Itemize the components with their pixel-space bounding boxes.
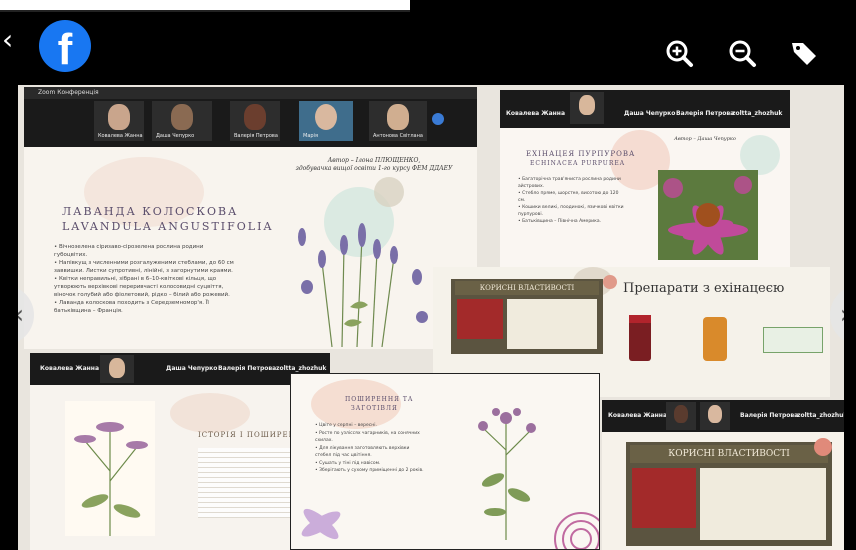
participants-strip: Ковалева Жанна Даша Чепурко Валерія Петр… bbox=[30, 353, 330, 385]
close-icon[interactable]: ‹ bbox=[2, 26, 13, 54]
benefits-banner: КОРИСНІ ВЛАСТИВОСТІ bbox=[455, 281, 599, 295]
chevron-right-icon: › bbox=[840, 300, 844, 330]
zoom-out-icon[interactable] bbox=[727, 38, 757, 68]
slide-bullets: Багаторічна трав'яниста рослина родини а… bbox=[518, 176, 626, 225]
slide-author: Автор – Даша Чепурко bbox=[674, 136, 736, 142]
participant-tile bbox=[570, 92, 604, 124]
echinacea-illustration bbox=[65, 401, 155, 536]
tablets-box bbox=[763, 327, 823, 353]
participant-tile: Антонова Світлана bbox=[369, 101, 427, 141]
participant-tile bbox=[700, 402, 730, 430]
zoom-in-icon[interactable] bbox=[664, 38, 694, 68]
echinacea-zoom-window: Ковалева Жанна Даша Чепурко Валерія Петр… bbox=[500, 90, 790, 280]
participants-strip: Ковалева Жанна Валерія Петрова zoltta_zh… bbox=[602, 400, 844, 432]
slide-subtitle: ECHINACEA PURPUREA bbox=[530, 160, 626, 167]
participants-strip: Ковалева Жанна Даша Чепурко Валерія Петр… bbox=[24, 99, 477, 147]
slide-subtitle: ЗАГОТІВЛЯ bbox=[351, 405, 398, 412]
slide-dot bbox=[814, 438, 832, 456]
benefits-text-box bbox=[700, 468, 826, 540]
facebook-letter: f bbox=[57, 25, 73, 72]
participant-tile bbox=[666, 402, 696, 430]
chevron-left-icon: ‹ bbox=[18, 300, 24, 330]
participant-tile bbox=[100, 355, 134, 383]
zoom-window-title: Zoom Конференція bbox=[24, 87, 477, 99]
slide-title: ПОШИРЕННЯ ТА bbox=[345, 396, 414, 403]
slide-title: ЛАВАНДА КОЛОСКОВА bbox=[62, 205, 239, 218]
next-photo-button[interactable]: › bbox=[830, 285, 844, 345]
slide-dot bbox=[603, 275, 617, 289]
slide-bullets: Вічнозелена сіризаво-сірозелена рослина … bbox=[54, 243, 234, 315]
bottle-cap bbox=[629, 315, 651, 323]
preparations-title: Препарати з ехінацеєю bbox=[623, 281, 785, 296]
participant-tile: Даша Чепурко bbox=[152, 101, 212, 141]
pomegranate-photo bbox=[457, 299, 503, 339]
lily-illustration bbox=[301, 508, 341, 540]
tag-icon[interactable] bbox=[789, 38, 819, 68]
slide-author: Автор – Ілона ПЛЮЩЕНКО, здобувачка вищої… bbox=[295, 157, 453, 172]
benefits-banner: КОРИСНІ ВЛАСТИВОСТІ bbox=[630, 445, 828, 463]
participant-tile: Валерія Петрова bbox=[230, 101, 280, 141]
slide-title: ЕХІНАЦЕЯ ПУРПУРОВА bbox=[526, 150, 636, 158]
photo-viewer: ‹ f Zoom Конференція Ковалева Жанна Даша… bbox=[0, 0, 856, 550]
lavender-illustration bbox=[298, 223, 428, 347]
slide-bullets: Цвіте у серпні – вересні. Росте по узліс… bbox=[315, 422, 427, 475]
facebook-logo[interactable]: f bbox=[39, 20, 91, 72]
top-strip bbox=[0, 0, 410, 12]
photo-image: Zoom Конференція Ковалева Жанна Даша Чеп… bbox=[18, 85, 844, 550]
tincture-bottle bbox=[703, 317, 727, 361]
participant-tile: Марія bbox=[299, 101, 353, 141]
lavender-zoom-window: Zoom Конференція Ковалева Жанна Даша Чеп… bbox=[24, 87, 477, 349]
pomegranate-photo bbox=[632, 468, 696, 528]
history-zoom-window: Ковалева Жанна Даша Чепурко Валерія Петр… bbox=[30, 353, 330, 550]
slide-subtitle: LAVANDULA ANGUSTIFOLIA bbox=[62, 220, 274, 233]
benefits-zoom-window: Ковалева Жанна Валерія Петрова zoltta_zh… bbox=[602, 400, 844, 550]
benefits-text-box bbox=[507, 299, 597, 349]
echinacea-photo bbox=[658, 170, 758, 260]
oregano-illustration bbox=[478, 408, 536, 540]
participant-tile: Ковалева Жанна bbox=[94, 101, 144, 141]
distribution-slide: ПОШИРЕННЯ ТА ЗАГОТІВЛЯ Цвіте у серпні – … bbox=[290, 373, 600, 550]
swirl-decoration bbox=[554, 512, 599, 549]
syrup-bottle bbox=[629, 319, 651, 361]
zoom-more-icon[interactable] bbox=[432, 113, 444, 125]
participants-strip: Ковалева Жанна Даша Чепурко Валерія Петр… bbox=[500, 90, 790, 128]
